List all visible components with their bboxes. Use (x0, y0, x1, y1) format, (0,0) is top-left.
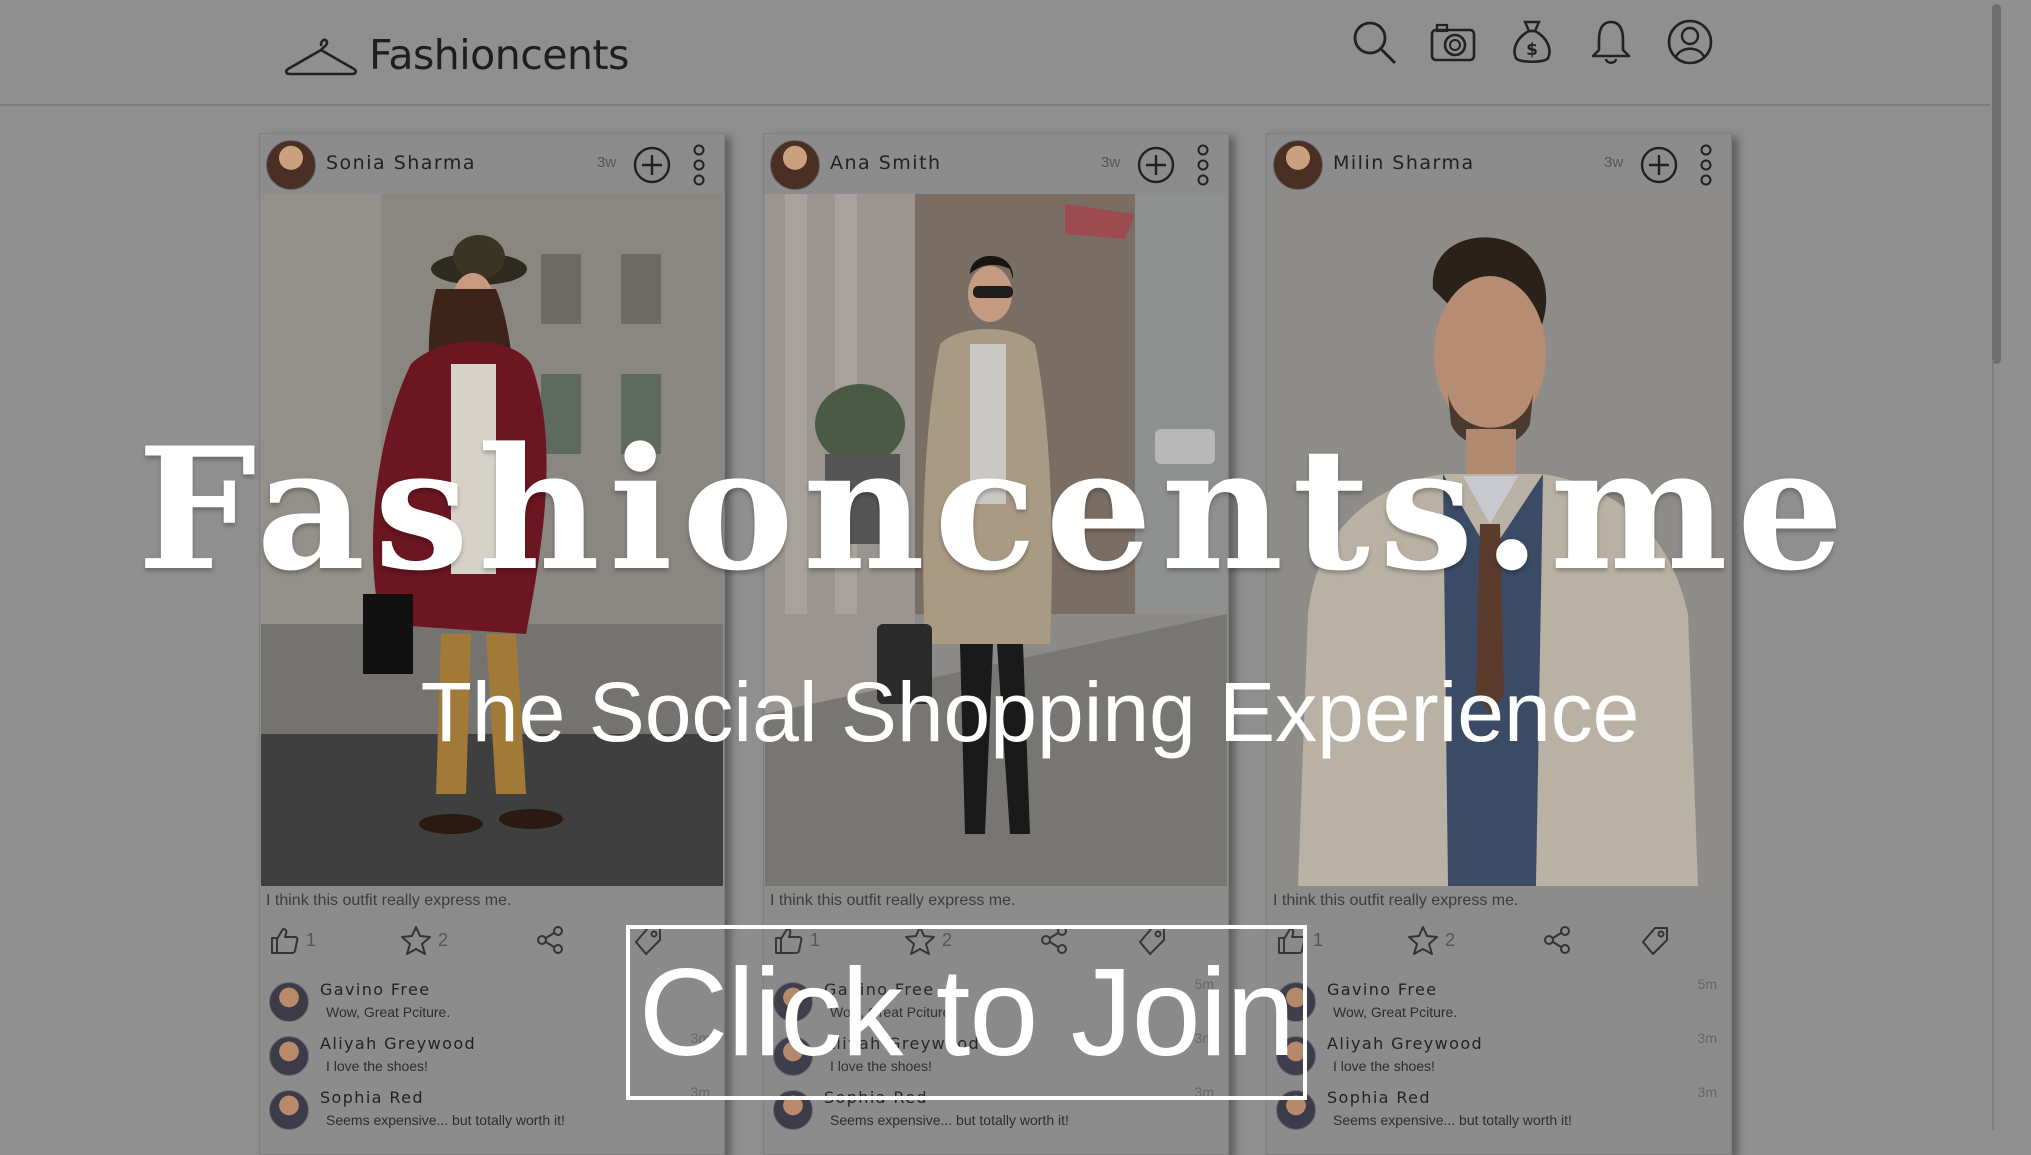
post-actions: 1 2 (1267, 920, 1731, 960)
user-icon[interactable] (1664, 16, 1716, 68)
hero-subtitle: The Social Shopping Experience (420, 665, 1640, 759)
comment-text: Wow, Great Pciture. (1333, 1004, 1458, 1020)
share-button[interactable] (1541, 924, 1573, 956)
more-options-icon[interactable] (1698, 144, 1714, 186)
comment-time: 3m (1697, 1084, 1717, 1100)
like-button[interactable]: 1 (268, 924, 316, 956)
money-bag-icon[interactable]: $ (1506, 16, 1558, 68)
avatar[interactable] (1273, 140, 1323, 190)
star-count: 2 (1445, 929, 1456, 950)
post-time: 3w (1101, 154, 1121, 171)
star-icon (401, 926, 431, 955)
post-author[interactable]: Milin Sharma (1333, 152, 1475, 174)
comment-text: Seems expensive... but totally worth it! (1333, 1112, 1572, 1128)
avatar[interactable] (269, 1036, 309, 1076)
comment-author[interactable]: Sophia Red (320, 1088, 424, 1107)
favorite-button[interactable]: 2 (400, 924, 448, 956)
post-author[interactable]: Ana Smith (830, 152, 942, 174)
tag-button[interactable] (1639, 924, 1671, 956)
more-options-icon[interactable] (1195, 144, 1211, 186)
comment-author[interactable]: Sophia Red (1327, 1088, 1431, 1107)
star-icon (1408, 926, 1438, 955)
post-caption: I think this outfit really express me. (266, 892, 512, 909)
comment-author[interactable]: Gavino Free (320, 980, 431, 999)
comment-text: I love the shoes! (326, 1058, 428, 1074)
comment-time: 5m (1697, 976, 1717, 992)
search-icon[interactable] (1348, 16, 1400, 68)
comment-item: Gavino Free Wow, Great Pciture. 5m (1267, 976, 1731, 1032)
like-count: 1 (1313, 929, 1324, 950)
join-button[interactable]: Click to Join (626, 925, 1307, 1100)
comment-text: Seems expensive... but totally worth it! (830, 1112, 1069, 1128)
avatar[interactable] (269, 982, 309, 1022)
post-time: 3w (1604, 154, 1624, 171)
post-card: Milin Sharma 3w I think this outfit real… (1266, 133, 1732, 1155)
add-icon[interactable] (1136, 145, 1176, 185)
share-button[interactable] (534, 924, 566, 956)
comment-text: I love the shoes! (1333, 1058, 1435, 1074)
comment-text: Seems expensive... but totally worth it! (326, 1112, 565, 1128)
post-time: 3w (597, 154, 617, 171)
post-caption: I think this outfit really express me. (1273, 892, 1519, 909)
post-header: Sonia Sharma 3w (260, 134, 724, 192)
comment-author[interactable]: Gavino Free (1327, 980, 1438, 999)
svg-text:$: $ (1526, 40, 1538, 60)
comment-author[interactable]: Aliyah Greywood (320, 1034, 476, 1053)
scrollbar-thumb[interactable] (1992, 4, 2001, 364)
hero-title: Fashioncents.me (137, 410, 1853, 608)
comment-time: 3m (1697, 1030, 1717, 1046)
comment-text: Wow, Great Pciture. (326, 1004, 451, 1020)
hanger-icon (284, 38, 358, 76)
comment-author[interactable]: Aliyah Greywood (1327, 1034, 1483, 1053)
more-options-icon[interactable] (691, 144, 707, 186)
star-count: 2 (438, 929, 449, 950)
avatar[interactable] (266, 140, 316, 190)
app-logo[interactable]: Fashioncents (283, 30, 629, 80)
camera-icon[interactable] (1427, 16, 1479, 68)
top-bar: Fashioncents $ (0, 0, 1990, 106)
join-button-label: Click to Join (638, 943, 1295, 1082)
price-tag-icon (1642, 927, 1668, 955)
share-icon (537, 926, 563, 954)
thumbs-up-icon (271, 928, 299, 954)
add-icon[interactable] (632, 145, 672, 185)
comment-item: Sophia Red Seems expensive... but totall… (1267, 1084, 1731, 1140)
post-caption: I think this outfit really express me. (770, 892, 1016, 909)
post-header: Milin Sharma 3w (1267, 134, 1731, 192)
app-name: Fashioncents (369, 31, 629, 79)
header-actions: $ (1348, 16, 1743, 68)
avatar[interactable] (770, 140, 820, 190)
comment-item: Aliyah Greywood I love the shoes! 3m (1267, 1030, 1731, 1086)
add-icon[interactable] (1639, 145, 1679, 185)
avatar[interactable] (269, 1090, 309, 1130)
share-icon (1544, 926, 1570, 954)
like-count: 1 (306, 929, 317, 950)
post-author[interactable]: Sonia Sharma (326, 152, 476, 174)
favorite-button[interactable]: 2 (1407, 924, 1455, 956)
bell-icon[interactable] (1585, 16, 1637, 68)
post-header: Ana Smith 3w (764, 134, 1228, 192)
